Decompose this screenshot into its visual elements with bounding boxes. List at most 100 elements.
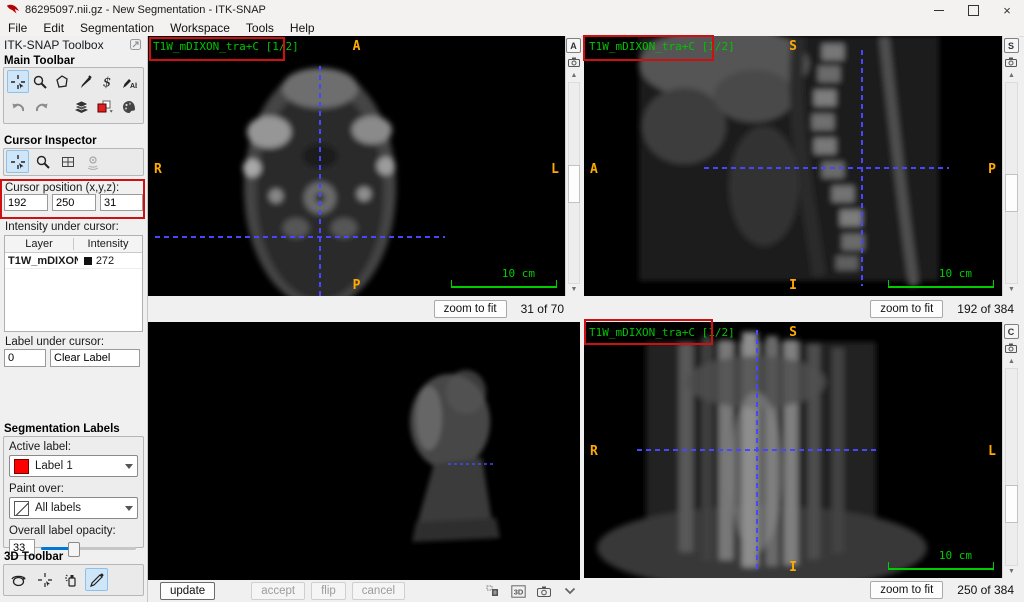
sagittal-view[interactable]: T1W_mDIXON_tra+C [1/2] S A P I 10 cm	[584, 36, 1002, 296]
label-id-field[interactable]	[4, 349, 46, 367]
sagittal-slice-scrollbar[interactable]: ▲ ▼	[1004, 70, 1019, 296]
scroll-up-icon[interactable]: ▲	[567, 70, 581, 82]
redo-button[interactable]	[31, 95, 53, 118]
layers-icon	[73, 99, 90, 115]
paintbrush-icon	[77, 74, 93, 90]
maximize-button[interactable]	[956, 0, 990, 20]
crosshair-tool-button[interactable]	[7, 70, 29, 93]
trackball-icon	[10, 572, 27, 588]
active-label-dropdown[interactable]: Label 1	[9, 455, 138, 477]
paintbrush-tool-button[interactable]	[74, 70, 96, 93]
window-title: 86295097.nii.gz - New Segmentation - ITK…	[25, 4, 266, 16]
scroll-up-icon[interactable]: ▲	[1004, 70, 1019, 82]
label-name-field[interactable]	[50, 349, 140, 367]
paint-over-value: All labels	[35, 502, 119, 514]
cursor-z-field[interactable]	[100, 194, 143, 211]
undo-button[interactable]	[7, 95, 29, 118]
grid-view-icon	[60, 154, 76, 170]
3d-view-icon[interactable]: 3D	[508, 582, 528, 600]
scrollbar-thumb[interactable]	[1005, 485, 1018, 523]
scalpel-tool-button[interactable]	[85, 568, 108, 591]
intensity-under-cursor-label: Intensity under cursor:	[5, 221, 119, 233]
minimize-button[interactable]	[922, 0, 956, 20]
menu-segmentation[interactable]: Segmentation	[72, 21, 162, 35]
detach-panel-icon[interactable]	[130, 39, 141, 53]
coronal-panel-key-button[interactable]: C	[1004, 324, 1019, 339]
scroll-down-icon[interactable]: ▼	[567, 284, 581, 296]
render-3d-view[interactable]	[148, 322, 580, 580]
polygon-tool-button[interactable]	[51, 70, 73, 93]
sagittal-slice-indicator: 192 of 384	[957, 302, 1014, 316]
table-row[interactable]: T1W_mDIXON... 272	[5, 253, 142, 269]
annotation-tool-button[interactable]: Ab	[118, 70, 140, 93]
column-layer[interactable]: Layer	[5, 238, 74, 250]
coronal-slice-scrollbar[interactable]: ▲ ▼	[1004, 356, 1019, 578]
polygon-icon	[54, 74, 70, 90]
inspector-zoom-button[interactable]	[31, 150, 54, 173]
rotate-3d-tool-button[interactable]	[7, 568, 30, 591]
expand-chevron-icon[interactable]	[560, 582, 580, 600]
slider-handle[interactable]	[68, 542, 80, 557]
screen-layout-icon[interactable]	[482, 582, 502, 600]
screenshot-camera-icon[interactable]	[1005, 57, 1017, 67]
inspector-grid-button[interactable]	[56, 150, 79, 173]
color-map-button[interactable]	[118, 95, 140, 118]
menu-workspace[interactable]: Workspace	[162, 21, 238, 35]
coronal-view[interactable]: T1W_mDIXON_tra+C [1/2] S R L I 10 cm	[584, 322, 1002, 578]
scroll-down-icon[interactable]: ▼	[1004, 566, 1019, 578]
menu-edit[interactable]: Edit	[35, 21, 72, 35]
axial-panel-key-button[interactable]: A	[566, 38, 581, 53]
inspector-probe-button[interactable]	[81, 150, 104, 173]
axial-zoom-to-fit-button[interactable]: zoom to fit	[434, 300, 507, 318]
screenshot-camera-icon[interactable]	[534, 582, 554, 600]
coronal-zoom-to-fit-button[interactable]: zoom to fit	[870, 581, 943, 599]
label-editor-button[interactable]	[94, 95, 116, 118]
column-intensity[interactable]: Intensity	[74, 238, 142, 250]
render-3d-status-row: update accept flip cancel 3D	[148, 580, 580, 602]
paint-over-dropdown[interactable]: All labels	[9, 497, 138, 519]
sagittal-zoom-to-fit-button[interactable]: zoom to fit	[870, 300, 943, 318]
axial-slice-scrollbar[interactable]: ▲ ▼	[567, 70, 581, 296]
snake-tool-button[interactable]: $	[96, 70, 118, 93]
scalpel-icon	[89, 572, 105, 588]
scrollbar-thumb[interactable]	[1005, 174, 1018, 212]
orient-top: A	[353, 39, 361, 54]
sagittal-panel-key-button[interactable]: S	[1004, 38, 1019, 53]
menu-file[interactable]: File	[0, 21, 35, 35]
orient-bottom: I	[789, 560, 797, 575]
scrollbar-track[interactable]	[1005, 368, 1018, 566]
toolbar-3d-label: 3D Toolbar	[4, 551, 63, 563]
inspector-crosshair-button[interactable]	[6, 150, 29, 173]
maximize-icon	[968, 5, 979, 16]
menu-help[interactable]: Help	[282, 21, 323, 35]
zoom-tool-button[interactable]	[29, 70, 51, 93]
menu-bar: File Edit Segmentation Workspace Tools H…	[0, 20, 1024, 37]
crosshair-3d-tool-button[interactable]	[33, 568, 56, 591]
close-button[interactable]: ×	[990, 0, 1024, 20]
opacity-caption: Overall label opacity:	[4, 519, 143, 537]
annotation-icon: Ab	[121, 74, 137, 90]
flip-button[interactable]: flip	[311, 582, 346, 600]
cancel-button[interactable]: cancel	[352, 582, 405, 600]
axial-view[interactable]: T1W_mDIXON_tra+C [1/2] A R L P 10 cm	[148, 36, 565, 296]
crosshair-3d-icon	[37, 572, 53, 588]
menu-tools[interactable]: Tools	[238, 21, 282, 35]
intensity-table[interactable]: Layer Intensity T1W_mDIXON... 272	[4, 235, 143, 332]
screenshot-camera-icon[interactable]	[1005, 343, 1017, 353]
title-bar: 86295097.nii.gz - New Segmentation - ITK…	[0, 0, 1024, 21]
screenshot-camera-icon[interactable]	[568, 57, 580, 67]
spray-paint-tool-button[interactable]	[59, 568, 82, 591]
segmentation-labels-label: Segmentation Labels	[4, 423, 120, 435]
cursor-y-field[interactable]	[52, 194, 96, 211]
scroll-down-icon[interactable]: ▼	[1004, 284, 1019, 296]
update-button[interactable]: update	[160, 582, 215, 600]
scrollbar-thumb[interactable]	[568, 165, 580, 203]
scroll-up-icon[interactable]: ▲	[1004, 356, 1019, 368]
svg-text:Ab: Ab	[130, 83, 137, 90]
accept-button[interactable]: accept	[251, 582, 305, 600]
crosshair-horizontal	[155, 236, 445, 238]
layer-inspector-button[interactable]	[70, 95, 92, 118]
coronal-layer-title: T1W_mDIXON_tra+C [1/2]	[589, 326, 735, 339]
cursor-x-field[interactable]	[4, 194, 48, 211]
itk-snap-logo-icon	[6, 3, 20, 17]
